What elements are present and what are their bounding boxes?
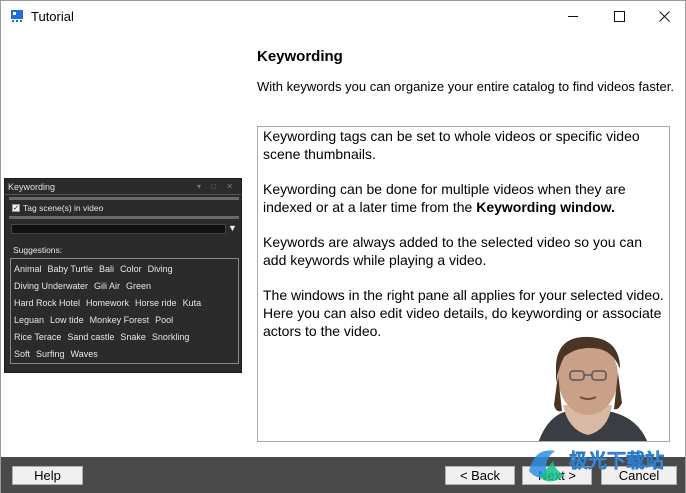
page-heading: Keywording: [257, 48, 343, 65]
maximize-icon: [613, 11, 625, 22]
panel-divider: [9, 197, 239, 200]
tag-scene-label: Tag scene(s) in video: [23, 203, 104, 213]
presenter-video-image: [508, 335, 669, 441]
panel-divider: [9, 216, 239, 219]
suggestion-row: Rice Terace Sand castle Snake Snorkling: [14, 329, 235, 346]
suggestion-row: Leguan Low tide Monkey Forest Pool: [14, 312, 235, 329]
suggestion-tag: Diving: [147, 264, 173, 274]
suggestion-tag: Horse ride: [135, 298, 177, 308]
paragraph-3: Keywords are always added to the selecte…: [263, 234, 643, 268]
suggestion-tag: Pool: [155, 315, 174, 325]
title-bar: Tutorial: [1, 1, 685, 32]
keywording-window-bold: Keywording window.: [476, 199, 615, 215]
paragraph-4: The windows in the right pane all applie…: [263, 287, 664, 339]
suggestion-tag: Baby Turtle: [47, 264, 94, 274]
content-area: Keywording ▾ □ ✕ ✓ Tag scene(s) in video…: [1, 32, 685, 457]
suggestion-tag: Snorkling: [151, 332, 190, 342]
window-title: Tutorial: [31, 9, 74, 24]
tutorial-window: Tutorial Keywording ▾ □ ✕ ✓ Tag scene(s)…: [0, 0, 686, 493]
suggestions-label: Suggestions:: [13, 245, 63, 255]
watermark-logo: 极光下载站: [529, 449, 664, 482]
suggestion-row: Hard Rock Hotel Homework Horse ride Kuta: [14, 295, 235, 312]
minimize-button[interactable]: [550, 1, 596, 32]
suggestion-row: Animal Baby Turtle Bali Color Diving: [14, 261, 235, 278]
suggestion-tag: Rice Terace: [14, 332, 62, 342]
suggestions-list: Animal Baby Turtle Bali Color Diving Div…: [10, 258, 239, 364]
suggestion-row: Soft Surfing Waves: [14, 346, 235, 363]
keywording-panel-screenshot: Keywording ▾ □ ✕ ✓ Tag scene(s) in video…: [4, 178, 242, 373]
tag-scene-row: ✓ Tag scene(s) in video: [12, 203, 103, 213]
suggestion-tag: Waves: [70, 349, 98, 359]
keywording-panel-header: Keywording ▾ □ ✕: [5, 179, 241, 195]
suggestion-tag: Hard Rock Hotel: [14, 298, 81, 308]
suggestion-tag: Low tide: [50, 315, 84, 325]
keywording-panel-title: Keywording: [8, 182, 56, 192]
panel-window-controls-icon: ▾ □ ✕: [197, 182, 237, 191]
intro-text: With keywords you can organize your enti…: [257, 79, 674, 94]
suggestion-tag: Homework: [86, 298, 130, 308]
suggestion-tag: Sand castle: [67, 332, 115, 342]
suggestion-tag: Bali: [99, 264, 115, 274]
close-icon: [658, 11, 670, 22]
suggestion-tag: Animal: [14, 264, 42, 274]
app-icon: [11, 10, 23, 22]
suggestion-tag: Kuta: [182, 298, 202, 308]
maximize-button[interactable]: [596, 1, 642, 32]
suggestion-tag: Soft: [14, 349, 31, 359]
suggestion-tag: Monkey Forest: [89, 315, 150, 325]
suggestion-tag: Color: [120, 264, 142, 274]
suggestion-tag: Snake: [120, 332, 146, 342]
help-button[interactable]: Help: [12, 466, 83, 485]
suggestion-tag: Gili Air: [94, 281, 121, 291]
suggestion-row: Diving Underwater Gili Air Green: [14, 278, 235, 295]
back-button[interactable]: < Back: [445, 466, 515, 485]
checkbox-checked-icon: ✓: [12, 204, 20, 212]
suggestion-tag: Green: [126, 281, 152, 291]
suggestion-tag: Surfing: [36, 349, 65, 359]
tutorial-text-box[interactable]: Keywording tags can be set to whole vide…: [257, 126, 670, 442]
dropdown-arrow-icon: ▼: [228, 223, 237, 233]
paragraph-2: Keywording can be done for multiple vide…: [263, 180, 665, 216]
paragraph-1: Keywording tags can be set to whole vide…: [263, 128, 640, 162]
close-button[interactable]: [641, 1, 686, 32]
suggestion-tag: Leguan: [14, 315, 45, 325]
suggestion-tag: Diving Underwater: [14, 281, 89, 291]
keyword-input: [11, 224, 226, 234]
minimize-icon: [567, 16, 578, 17]
watermark-text: 极光下载站: [569, 449, 664, 472]
